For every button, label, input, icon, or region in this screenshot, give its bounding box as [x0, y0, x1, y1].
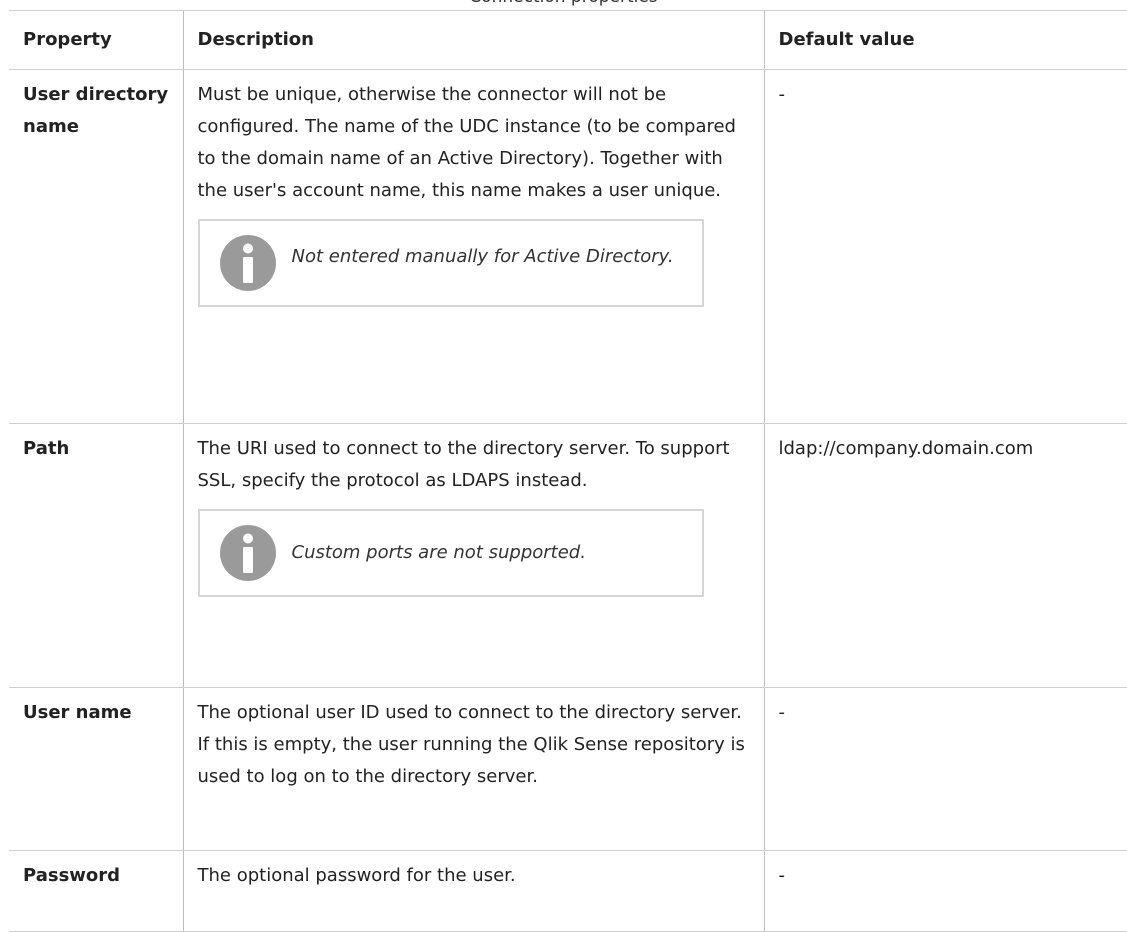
table-row: Path The URI used to connect to the dire…	[9, 423, 1127, 688]
table-header: Property Description Default value	[9, 10, 1127, 70]
default-value: -	[763, 69, 1127, 424]
description-text: The optional user ID used to connect to …	[197, 702, 745, 787]
note-text: Not entered manually for Active Director…	[291, 246, 674, 267]
property-name: User directory name	[9, 69, 183, 424]
header-property: Property	[9, 10, 183, 70]
connection-properties-table: Property Description Default value User …	[9, 10, 1127, 932]
default-value: -	[763, 850, 1127, 932]
note-text: Custom ports are not supported.	[291, 542, 586, 563]
note-box: Custom ports are not supported.	[197, 509, 704, 597]
default-value: ldap://company.domain.com	[763, 423, 1127, 688]
header-row: Property Description Default value	[9, 10, 1127, 70]
description-text: The URI used to connect to the directory…	[197, 438, 730, 491]
header-description: Description	[182, 10, 764, 70]
table-row: User directory name Must be unique, othe…	[9, 69, 1127, 424]
note-box: Not entered manually for Active Director…	[197, 219, 704, 307]
info-icon	[219, 525, 276, 581]
description-cell: Must be unique, otherwise the connector …	[182, 69, 764, 424]
property-name: Path	[9, 423, 183, 688]
table-row: User name The optional user ID used to c…	[9, 687, 1127, 851]
property-name: User name	[9, 687, 183, 851]
description-cell: The optional password for the user.	[182, 850, 764, 932]
info-icon	[219, 235, 276, 291]
table-caption: Connection properties	[0, 0, 1127, 8]
description-cell: The optional user ID used to connect to …	[182, 687, 764, 851]
default-value: -	[763, 687, 1127, 851]
table-row: Password The optional password for the u…	[9, 850, 1127, 932]
property-name: Password	[9, 850, 183, 932]
description-text: Must be unique, otherwise the connector …	[197, 84, 736, 201]
header-default-value: Default value	[763, 10, 1127, 70]
description-cell: The URI used to connect to the directory…	[182, 423, 764, 688]
description-text: The optional password for the user.	[197, 865, 516, 886]
